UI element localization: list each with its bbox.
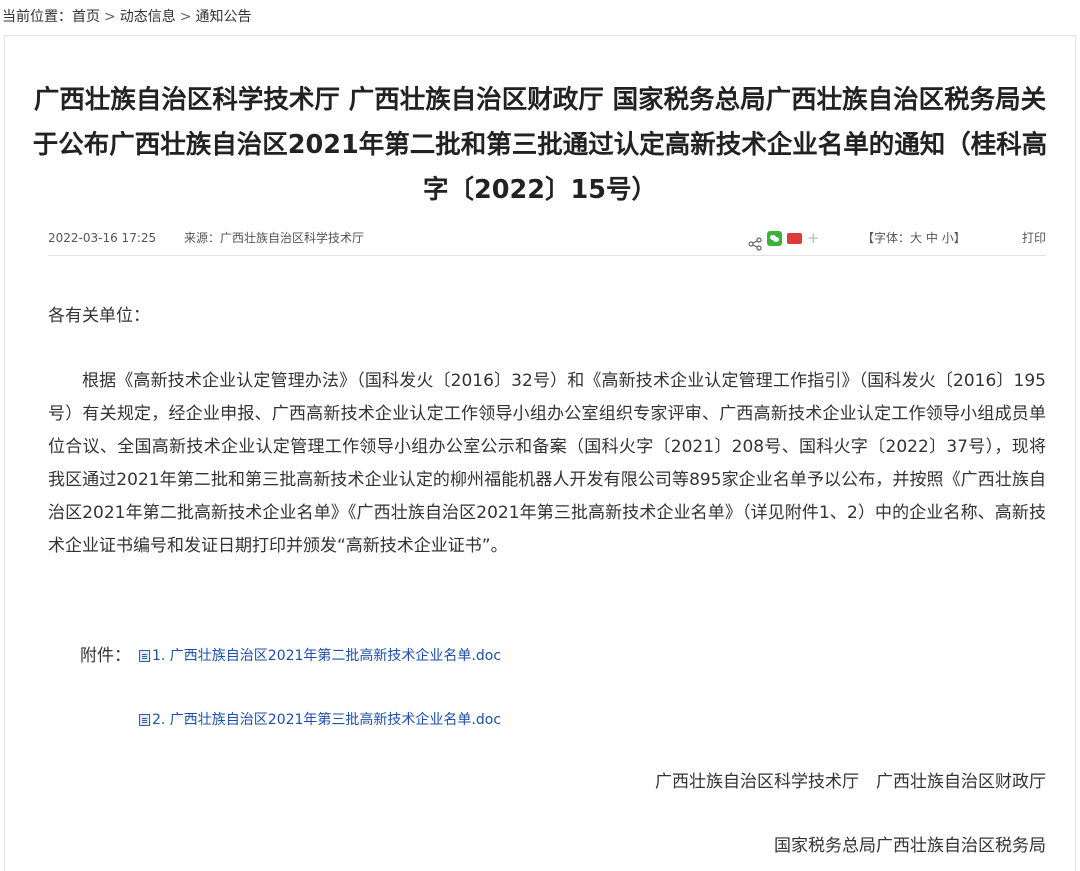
plus-icon[interactable]: +: [807, 231, 820, 246]
attachment-link-2[interactable]: 2. 广西壮族自治区2021年第三批高新技术企业名单.doc: [139, 705, 501, 735]
print-button[interactable]: 打印: [1022, 222, 1046, 254]
breadcrumb-home[interactable]: 首页: [72, 9, 100, 25]
font-size-small[interactable]: 小: [942, 231, 954, 245]
article-source: 来源：广西壮族自治区科学技术厅: [184, 231, 365, 245]
article-meta: 2022-03-16 17:25 来源：广西壮族自治区科学技术厅 + 【字体：大…: [48, 222, 1046, 256]
attachment-link-1[interactable]: 1. 广西壮族自治区2021年第二批高新技术企业名单.doc: [139, 641, 501, 671]
greeting: 各有关单位：: [48, 306, 150, 326]
breadcrumb: 当前位置：首页 > 动态信息 > 通知公告: [0, 0, 251, 34]
doc-file-icon: [139, 650, 150, 662]
body-paragraph: 根据《高新技术企业认定管理办法》（国科发火〔2016〕32号）和《高新技术企业认…: [48, 371, 1046, 556]
page-title: 广西壮族自治区科学技术厅 广西壮族自治区财政厅 国家税务总局广西壮族自治区税务局…: [32, 85, 1048, 205]
share-bar: +: [748, 222, 820, 254]
font-size-control: 【字体：大 中 小】: [862, 222, 966, 254]
signature-line-2: 国家税务总局广西壮族自治区税务局: [774, 836, 1046, 856]
attachment-link-2-text: 2. 广西壮族自治区2021年第三批高新技术企业名单.doc: [152, 712, 502, 728]
attachments-label: 附件：: [80, 646, 131, 666]
breadcrumb-prefix: 当前位置：: [2, 9, 72, 25]
font-size-suffix: 】: [953, 231, 966, 245]
breadcrumb-news[interactable]: 动态信息: [120, 9, 176, 25]
weibo-icon[interactable]: [787, 232, 802, 244]
breadcrumb-separator: >: [104, 9, 116, 25]
font-size-prefix: 【字体：: [862, 231, 911, 245]
font-size-medium[interactable]: 中: [926, 231, 938, 245]
doc-file-icon: [139, 714, 150, 726]
share-icon[interactable]: [748, 231, 762, 251]
breadcrumb-separator: >: [179, 9, 192, 25]
breadcrumb-notices[interactable]: 通知公告: [195, 9, 251, 25]
signature-line-1: 广西壮族自治区科学技术厅 广西壮族自治区财政厅: [655, 772, 1046, 792]
wechat-icon[interactable]: [767, 230, 782, 246]
publish-date: 2022-03-16 17:25: [48, 231, 157, 245]
font-size-large[interactable]: 大: [910, 231, 922, 245]
attachment-link-1-text: 1. 广西壮族自治区2021年第二批高新技术企业名单.doc: [152, 648, 502, 664]
